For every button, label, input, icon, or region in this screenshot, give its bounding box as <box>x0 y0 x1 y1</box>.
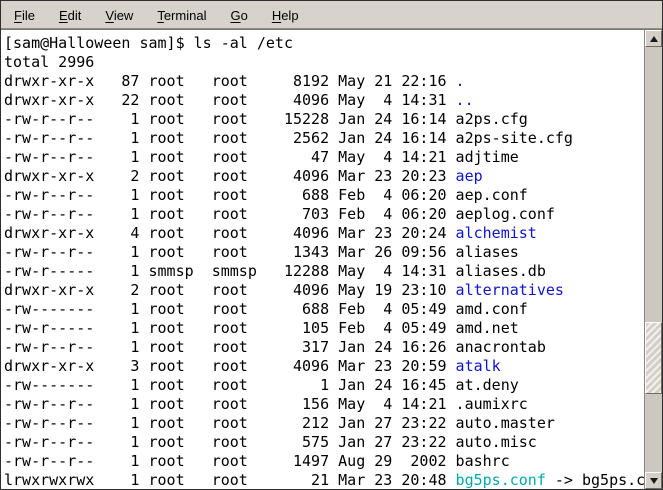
file-row: -rw-r--r-- 1 root root 15228 Jan 24 16:1… <box>4 110 644 129</box>
scrollbar-thumb[interactable] <box>645 322 662 394</box>
file-row: drwxr-xr-x 87 root root 8192 May 21 22:1… <box>4 72 644 91</box>
menu-terminal[interactable]: Terminal <box>145 1 218 28</box>
file-row: -rw-r--r-- 1 root root 575 Jan 27 23:22 … <box>4 433 644 452</box>
file-row: -rw-r--r-- 1 root root 703 Feb 4 06:20 a… <box>4 205 644 224</box>
file-row: -rw-r----- 1 root root 105 Feb 4 05:49 a… <box>4 319 644 338</box>
file-name: amd.net <box>456 319 519 337</box>
symlink-name: bg5ps.conf <box>456 471 546 489</box>
menu-file[interactable]: File <box>2 1 47 28</box>
menu-bar: FileEditViewTerminalGoHelp <box>1 1 662 29</box>
file-name: auto.misc <box>456 433 537 451</box>
menu-view[interactable]: View <box>93 1 145 28</box>
file-row: -rw-r--r-- 1 root root 688 Feb 4 06:20 a… <box>4 186 644 205</box>
file-name: a2ps.cfg <box>456 110 528 128</box>
directory-name: alternatives <box>456 281 564 299</box>
menu-go[interactable]: Go <box>218 1 259 28</box>
directory-name: . <box>456 72 465 90</box>
directory-name: aep <box>456 167 483 185</box>
file-row: -rw-r--r-- 1 root root 156 May 4 14:21 .… <box>4 395 644 414</box>
file-row: drwxr-xr-x 4 root root 4096 Mar 23 20:24… <box>4 224 644 243</box>
file-name: aeplog.conf <box>456 205 555 223</box>
file-row: -rw-r--r-- 1 root root 1497 Aug 29 2002 … <box>4 452 644 471</box>
file-name: auto.master <box>456 414 555 432</box>
terminal-viewport[interactable]: [sam@Halloween sam]$ ls -al /etc total 2… <box>1 30 644 489</box>
file-row: -rw-r--r-- 1 root root 47 May 4 14:21 ad… <box>4 148 644 167</box>
file-name: bashrc <box>456 452 510 470</box>
file-row: -rw-r----- 1 smmsp smmsp 12288 May 4 14:… <box>4 262 644 281</box>
file-name: amd.conf <box>456 300 528 318</box>
scrollbar[interactable] <box>644 30 662 489</box>
file-name: aep.conf <box>456 186 528 204</box>
file-name: anacrontab <box>456 338 546 356</box>
file-row: -rw-r--r-- 1 root root 317 Jan 24 16:26 … <box>4 338 644 357</box>
file-row: drwxr-xr-x 2 root root 4096 Mar 23 20:23… <box>4 167 644 186</box>
total-line: total 2996 <box>4 53 644 72</box>
file-row: drwxr-xr-x 22 root root 4096 May 4 14:31… <box>4 91 644 110</box>
scroll-up-button[interactable] <box>645 30 662 47</box>
file-row: -rw------- 1 root root 688 Feb 4 05:49 a… <box>4 300 644 319</box>
file-name: at.deny <box>456 376 519 394</box>
directory-name: .. <box>456 91 474 109</box>
file-name: .aumixrc <box>456 395 528 413</box>
file-name: aliases <box>456 243 519 261</box>
file-name: adjtime <box>456 148 519 166</box>
file-row: -rw-r--r-- 1 root root 212 Jan 27 23:22 … <box>4 414 644 433</box>
prompt-line: [sam@Halloween sam]$ ls -al /etc <box>4 34 644 53</box>
terminal-window: FileEditViewTerminalGoHelp [sam@Hallowee… <box>0 0 663 490</box>
scroll-down-button[interactable] <box>645 472 662 489</box>
menu-edit[interactable]: Edit <box>47 1 93 28</box>
arrow-up-icon <box>650 36 658 42</box>
arrow-down-icon <box>650 478 658 484</box>
menu-help[interactable]: Help <box>260 1 311 28</box>
terminal-area: [sam@Halloween sam]$ ls -al /etc total 2… <box>1 29 662 489</box>
file-row: -rw-r--r-- 1 root root 2562 Jan 24 16:14… <box>4 129 644 148</box>
file-row: -rw------- 1 root root 1 Jan 24 16:45 at… <box>4 376 644 395</box>
file-name: a2ps-site.cfg <box>456 129 573 147</box>
file-row: lrwxrwxrwx 1 root root 21 Mar 23 20:48 b… <box>4 471 644 489</box>
file-name: aliases.db <box>456 262 546 280</box>
file-row: drwxr-xr-x 2 root root 4096 May 19 23:10… <box>4 281 644 300</box>
directory-name: atalk <box>456 357 501 375</box>
file-row: -rw-r--r-- 1 root root 1343 Mar 26 09:56… <box>4 243 644 262</box>
directory-name: alchemist <box>456 224 537 242</box>
file-row: drwxr-xr-x 3 root root 4096 Mar 23 20:59… <box>4 357 644 376</box>
